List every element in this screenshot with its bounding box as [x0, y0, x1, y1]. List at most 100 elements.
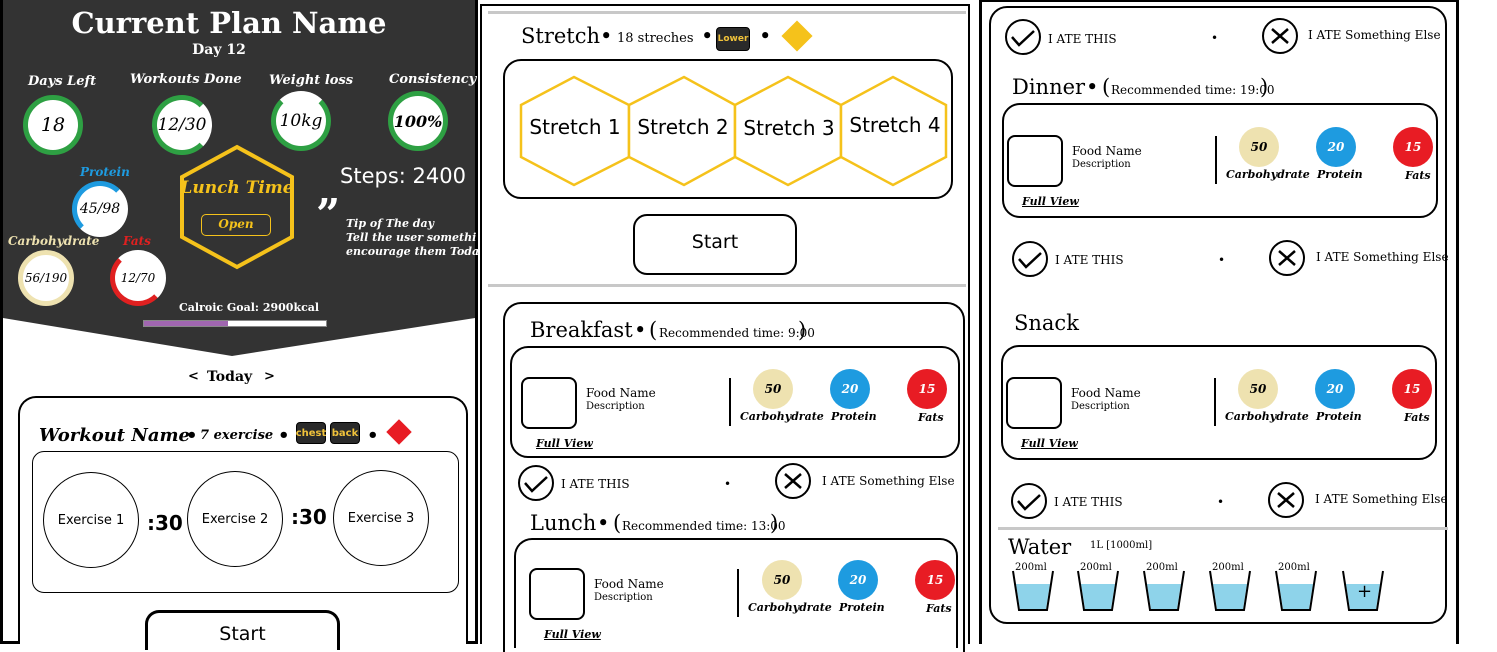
stretch-start-button[interactable]: Start: [633, 214, 797, 275]
lunch-fats-circle: 15: [915, 560, 955, 600]
dinner-paren-open: (: [1102, 75, 1111, 99]
tip-line-1: Tell the user something to: [346, 231, 476, 244]
stretch-3-label[interactable]: Stretch 3: [737, 116, 841, 140]
lunch-full-view-link[interactable]: Full View: [544, 628, 601, 641]
tag-lower[interactable]: Lower: [716, 27, 750, 51]
top-divider: [488, 11, 966, 14]
breakfast-carbs-label: Carbohydrate: [740, 410, 824, 423]
macro-protein-label: Protein: [80, 165, 130, 179]
snack-protein-circle: 20: [1315, 369, 1355, 409]
dinner-ate-else-x-icon[interactable]: [1268, 239, 1306, 277]
breakfast-title: Breakfast: [530, 318, 633, 342]
lunch-ate-else-label[interactable]: I ATE Something Else: [1308, 28, 1441, 42]
stat-consistency-ring: 100%: [388, 91, 448, 151]
lunch-protein-circle: 20: [838, 560, 878, 600]
stat-workouts-label: Workouts Done: [130, 72, 242, 87]
snack-full-view-link[interactable]: Full View: [1021, 437, 1078, 450]
breakfast-ate-this-label[interactable]: I ATE THIS: [561, 477, 630, 491]
snack-ate-this-label[interactable]: I ATE THIS: [1054, 495, 1123, 509]
lunch-food-description: Description: [594, 592, 653, 603]
stretch-4-label[interactable]: Stretch 4: [843, 113, 947, 137]
stretch-1-label[interactable]: Stretch 1: [521, 115, 629, 139]
exercise-1[interactable]: Exercise 1: [43, 472, 139, 568]
prev-day-button[interactable]: <: [188, 369, 199, 384]
snack-fats-label: Fats: [1404, 411, 1430, 424]
snack-ate-else-label[interactable]: I ATE Something Else: [1315, 492, 1448, 506]
exercise-3[interactable]: Exercise 3: [333, 470, 429, 566]
rest-2: :30: [291, 505, 327, 529]
dinner-food-name: Food Name: [1072, 144, 1142, 158]
breakfast-carbs-circle: 50: [753, 369, 793, 409]
snack-title: Snack: [1014, 311, 1079, 335]
dinner-recommended: Recommended time: 19:00: [1111, 83, 1275, 97]
dinner-ate-this-label[interactable]: I ATE THIS: [1055, 253, 1124, 267]
lunch-title: Lunch: [530, 511, 597, 535]
lunch-open-button[interactable]: Open: [201, 214, 271, 236]
breakfast-food-description: Description: [586, 401, 645, 412]
breakfast-bullet: •: [634, 318, 647, 342]
breakfast-fats-label: Fats: [918, 411, 944, 424]
snack-food-image: [1006, 377, 1062, 429]
breakfast-ate-else-label[interactable]: I ATE Something Else: [822, 474, 955, 488]
lunch-recommended: Recommended time: 13:00: [622, 519, 786, 533]
dinner-ate-this-check-icon[interactable]: [1011, 240, 1049, 278]
stat-days-left-ring: 18: [23, 95, 83, 155]
water-cup-5-icon[interactable]: [1274, 568, 1318, 612]
dinner-food-image: [1007, 135, 1063, 187]
macro-carbohydrate-label: Carbohydrate: [8, 234, 100, 248]
tag-back[interactable]: back: [330, 422, 360, 444]
steps-counter: Steps: 2400: [340, 164, 466, 188]
breakfast-recommended: Recommended time: 9:00: [659, 326, 815, 340]
dinner-bullet: •: [1086, 75, 1099, 99]
mid-divider: [488, 284, 966, 287]
breakfast-paren-close: ): [798, 318, 807, 342]
next-day-button[interactable]: >: [264, 369, 275, 384]
stretch-count: 18 streches: [617, 31, 694, 46]
tip-line-2: encourage them Today: [346, 245, 486, 258]
lunch-ate-else-x-icon[interactable]: [1261, 17, 1299, 55]
lunch-time-hexagon[interactable]: [178, 144, 296, 270]
snack-ate-else-x-icon[interactable]: [1267, 481, 1305, 519]
dinner-ate-else-label[interactable]: I ATE Something Else: [1316, 250, 1449, 264]
workout-bullet-2: •: [278, 425, 290, 446]
dinner-fats-circle: 15: [1393, 127, 1433, 167]
breakfast-ate-sep: •: [724, 477, 732, 491]
snack-carbs-label: Carbohydrate: [1225, 410, 1309, 423]
macro-fats-ring: 12/70: [110, 250, 166, 306]
water-goal: 1L [1000ml]: [1090, 540, 1153, 551]
stat-consistency-value: 100%: [393, 111, 443, 131]
stat-weight-loss-ring: 10kg: [271, 91, 331, 151]
breakfast-food-image: [521, 377, 577, 429]
quote-icon: ”: [316, 190, 341, 239]
stretch-bullet-2: •: [701, 24, 714, 48]
stat-consistency-label: Consistency: [389, 72, 477, 87]
dinner-protein-circle: 20: [1316, 127, 1356, 167]
breakfast-separator: [729, 378, 731, 426]
snack-food-description: Description: [1071, 401, 1130, 412]
macro-fats-value: 12/70: [120, 271, 156, 285]
stretch-2-label[interactable]: Stretch 2: [631, 115, 735, 139]
snack-ate-this-check-icon[interactable]: [1010, 482, 1048, 520]
lunch-ate-this-check-icon[interactable]: [1004, 18, 1042, 56]
lunch-fats-label: Fats: [926, 602, 952, 615]
exercise-2[interactable]: Exercise 2: [187, 471, 283, 567]
dinner-food-description: Description: [1072, 159, 1131, 170]
water-cup-4-icon[interactable]: [1208, 568, 1252, 612]
tag-chest[interactable]: chest: [296, 422, 326, 444]
lunch-ate-this-label[interactable]: I ATE THIS: [1048, 32, 1117, 46]
breakfast-ate-this-check-icon[interactable]: [517, 464, 555, 502]
breakfast-full-view-link[interactable]: Full View: [536, 437, 593, 450]
lunch-bullet: •: [597, 511, 610, 535]
today-label: Today: [207, 369, 253, 385]
macro-carbohydrate-value: 56/190: [24, 271, 68, 285]
water-cup-2-icon[interactable]: [1076, 568, 1120, 612]
water-cup-1-icon[interactable]: [1011, 568, 1055, 612]
lunch-food-image: [529, 568, 585, 620]
water-cup-3-icon[interactable]: [1142, 568, 1186, 612]
lunch-food-name: Food Name: [594, 577, 664, 591]
macro-protein-ring: 45/98: [72, 181, 128, 237]
workout-start-button[interactable]: Start: [145, 610, 340, 650]
add-water-button[interactable]: +: [1357, 581, 1372, 602]
dinner-full-view-link[interactable]: Full View: [1022, 195, 1079, 208]
breakfast-ate-else-x-icon[interactable]: [774, 462, 812, 500]
